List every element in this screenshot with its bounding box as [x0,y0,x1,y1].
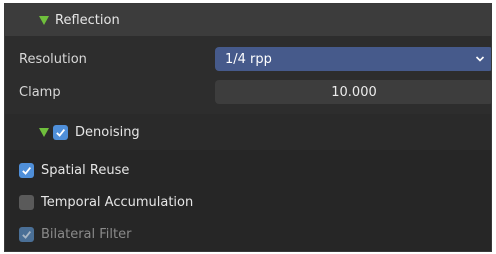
properties-panel: Reflection Resolution 1/4 rpp Clamp 10.0… [4,3,492,252]
checkmark-icon [22,230,32,239]
denoising-title: Denoising [75,124,140,140]
reflection-panel-header[interactable]: Reflection [5,4,491,36]
spatial-reuse-label: Spatial Reuse [41,162,130,178]
spatial-reuse-checkbox[interactable] [19,162,34,178]
resolution-label: Resolution [19,51,87,67]
denoising-checkbox[interactable] [53,124,68,140]
panel-title: Reflection [55,12,120,28]
checkmark-icon [22,166,32,175]
expand-triangle-icon[interactable] [39,127,49,137]
denoising-options: Spatial Reuse Temporal Accumulation Bila… [5,150,491,251]
temporal-accumulation-checkbox[interactable] [19,194,34,210]
bilateral-filter-label: Bilateral Filter [41,226,132,242]
clamp-label: Clamp [19,84,61,100]
bilateral-filter-checkbox [19,226,34,242]
expand-triangle-icon[interactable] [39,15,49,25]
panel-body: Resolution 1/4 rpp Clamp 10.000 Denoisin… [5,36,491,251]
clamp-field[interactable]: 10.000 [215,80,491,104]
clamp-value: 10.000 [331,84,377,100]
temporal-accumulation-option[interactable]: Temporal Accumulation [19,192,193,212]
checkmark-icon [56,128,66,137]
resolution-value: 1/4 rpp [225,51,272,67]
chevron-down-icon [475,56,485,62]
temporal-accumulation-label: Temporal Accumulation [41,194,194,210]
denoising-subpanel-header[interactable]: Denoising [5,114,491,150]
spatial-reuse-option[interactable]: Spatial Reuse [19,160,129,180]
clamp-row: Clamp 10.000 [5,79,491,105]
resolution-dropdown[interactable]: 1/4 rpp [215,47,491,71]
bilateral-filter-option: Bilateral Filter [19,224,131,244]
resolution-row: Resolution 1/4 rpp [5,46,491,72]
